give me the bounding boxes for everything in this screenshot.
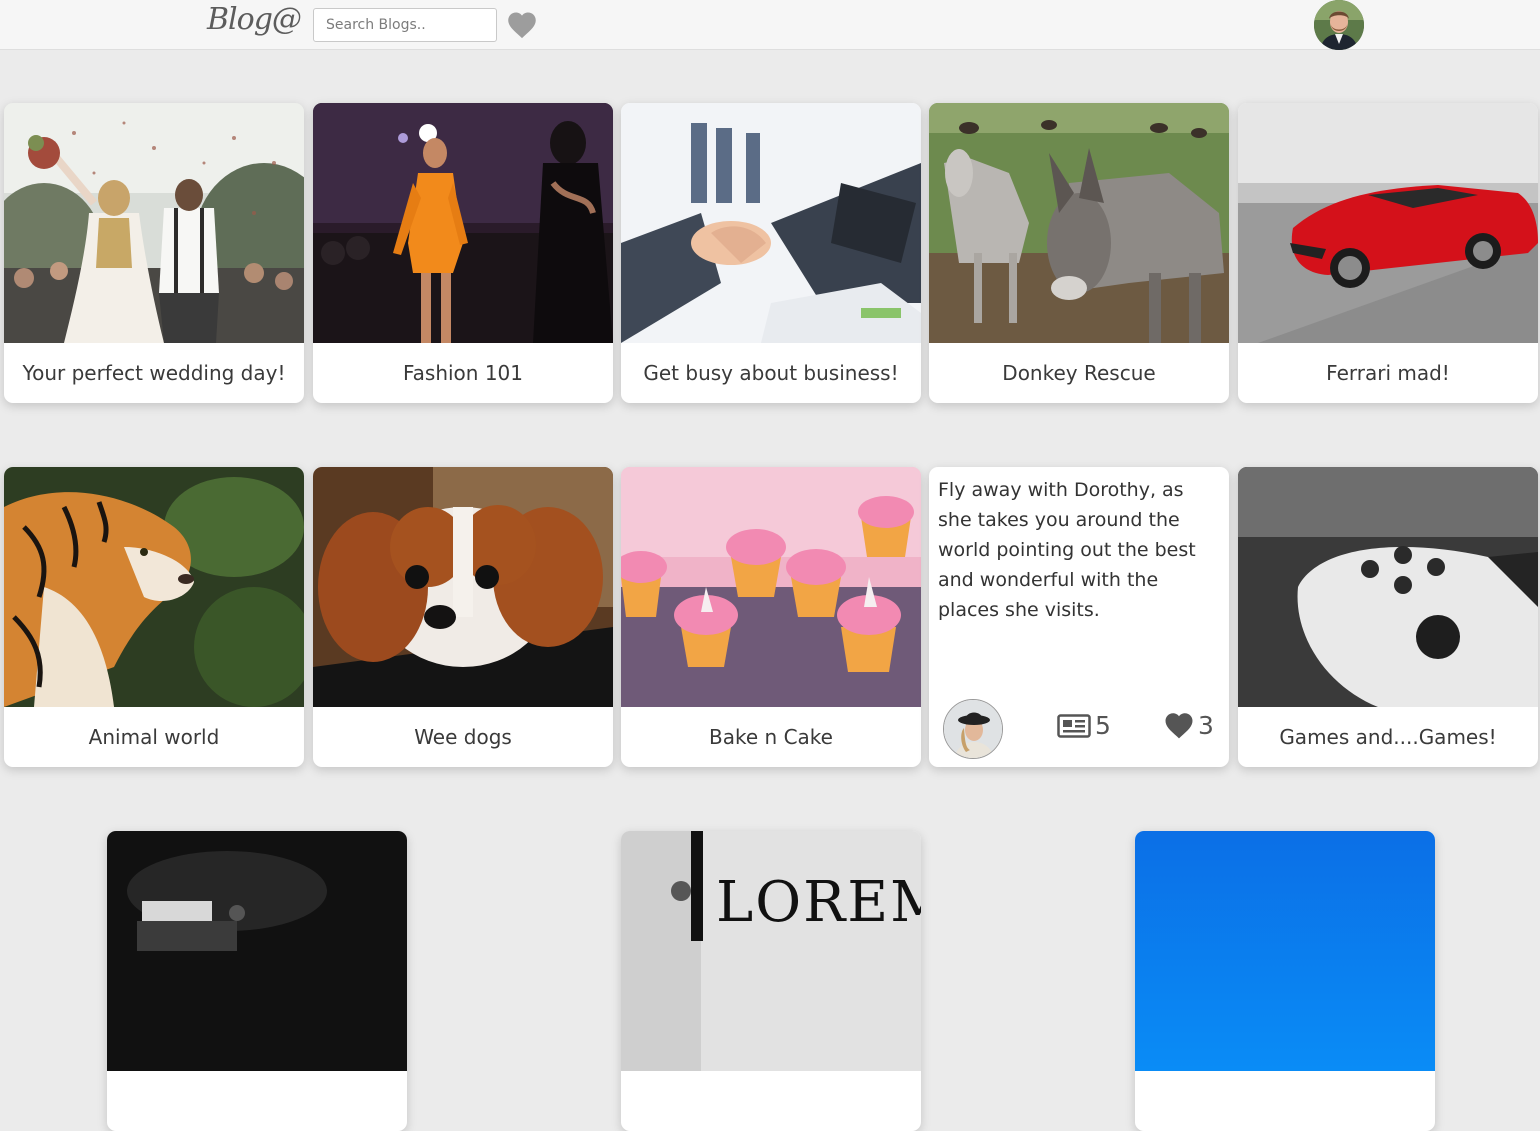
likes-count: 3 bbox=[1198, 711, 1214, 740]
blog-logo[interactable]: Blog@ bbox=[207, 2, 302, 37]
fashion-runway-photo bbox=[313, 103, 613, 343]
posts-count-group: 5 bbox=[1057, 711, 1111, 740]
blog-card-bake-n-cake[interactable]: Bake n Cake bbox=[621, 467, 921, 767]
svg-text:LOREM: LOREM bbox=[716, 870, 921, 935]
heart-icon[interactable] bbox=[1164, 712, 1194, 739]
game-controller-photo bbox=[1238, 467, 1538, 707]
blog-card-wedding[interactable]: Your perfect wedding day! bbox=[4, 103, 304, 403]
blog-card-fashion[interactable]: Fashion 101 bbox=[313, 103, 613, 403]
tiger-photo bbox=[4, 467, 304, 707]
wedding-photo bbox=[4, 103, 304, 343]
blue-gradient-photo bbox=[1135, 831, 1435, 1071]
author-avatar[interactable] bbox=[943, 699, 1003, 759]
blog-card-blue[interactable] bbox=[1135, 831, 1435, 1131]
puppy-photo bbox=[313, 467, 613, 707]
blog-card-dorothy-hover[interactable]: Fly away with Dorothy, as she takes you … bbox=[929, 467, 1229, 767]
heart-icon[interactable] bbox=[507, 11, 537, 39]
card-title: Donkey Rescue bbox=[1002, 361, 1156, 385]
lorem-ipsum-photo: LOREM bbox=[621, 831, 921, 1071]
cupcakes-photo bbox=[621, 467, 921, 707]
user-avatar[interactable] bbox=[1314, 0, 1364, 50]
red-ferrari-photo bbox=[1238, 103, 1538, 343]
card-title: Bake n Cake bbox=[709, 725, 833, 749]
card-title: Animal world bbox=[88, 725, 220, 749]
blog-card-animal-world[interactable]: Animal world bbox=[4, 467, 304, 767]
likes-count-group[interactable]: 3 bbox=[1164, 711, 1214, 740]
newspaper-icon bbox=[1057, 713, 1091, 738]
blog-card-wee-dogs[interactable]: Wee dogs bbox=[313, 467, 613, 767]
blog-card-spotlight[interactable] bbox=[107, 831, 407, 1131]
posts-count: 5 bbox=[1095, 711, 1111, 740]
card-title: Ferrari mad! bbox=[1326, 361, 1450, 385]
card-title: Your perfect wedding day! bbox=[22, 361, 286, 385]
spotlight-photo bbox=[107, 831, 407, 1071]
card-title: Get busy about business! bbox=[643, 361, 899, 385]
business-handshake-photo bbox=[621, 103, 921, 343]
blog-card-lorem[interactable]: LOREM bbox=[621, 831, 921, 1131]
card-title: Games and....Games! bbox=[1279, 725, 1497, 749]
blog-description: Fly away with Dorothy, as she takes you … bbox=[938, 479, 1196, 621]
blog-card-donkey[interactable]: Donkey Rescue bbox=[929, 103, 1229, 403]
donkey-photo bbox=[929, 103, 1229, 343]
blog-card-ferrari[interactable]: Ferrari mad! bbox=[1238, 103, 1538, 403]
blog-card-games[interactable]: Games and....Games! bbox=[1238, 467, 1538, 767]
blog-card-business[interactable]: Get busy about business! bbox=[621, 103, 921, 403]
search-input[interactable] bbox=[313, 8, 497, 42]
card-title: Fashion 101 bbox=[402, 361, 524, 385]
card-title: Wee dogs bbox=[414, 725, 512, 749]
top-navigation-bar: Blog@ bbox=[0, 0, 1540, 50]
